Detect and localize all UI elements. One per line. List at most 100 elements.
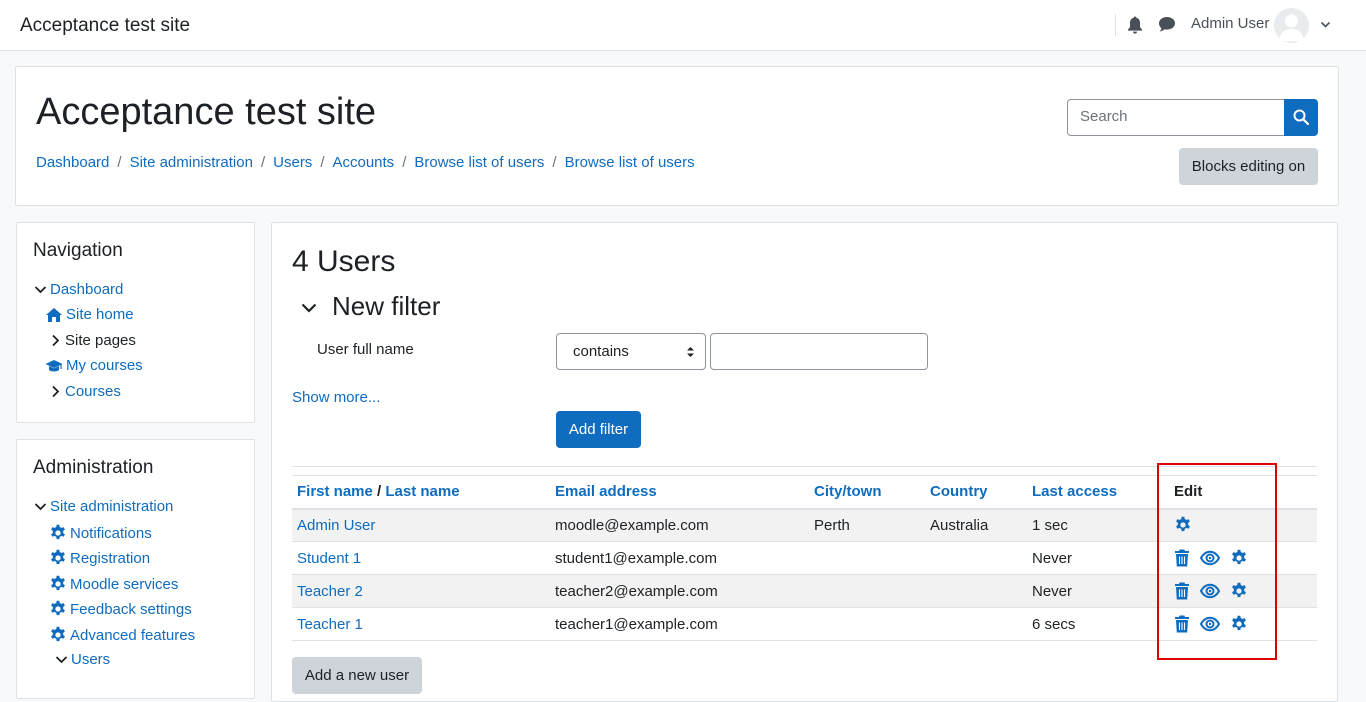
nav-item-label: Site pages	[65, 332, 136, 349]
user-silhouette-icon	[1279, 14, 1304, 41]
user-city: Perth	[814, 516, 850, 534]
gear-icon[interactable]	[1230, 615, 1248, 633]
sort-city[interactable]: City/town	[814, 483, 882, 500]
chevron-right-icon	[52, 385, 60, 398]
user-city	[809, 608, 925, 641]
gear-icon[interactable]	[1230, 549, 1248, 567]
user-name-link[interactable]: Teacher 1	[297, 616, 363, 633]
nav-item-label[interactable]: My courses	[66, 357, 143, 374]
divider	[292, 466, 1317, 467]
eye-icon[interactable]	[1200, 583, 1220, 599]
top-navbar: Acceptance test site Admin User	[0, 0, 1366, 51]
eye-icon[interactable]	[1200, 616, 1220, 632]
sort-last-name[interactable]: Last name	[385, 483, 459, 500]
admin-item-label[interactable]: Advanced features	[70, 627, 195, 644]
trash-icon[interactable]	[1174, 615, 1190, 633]
gear-icon	[51, 524, 65, 540]
user-country: Australia	[930, 516, 989, 534]
sort-first-name[interactable]: First name	[297, 483, 373, 500]
search-icon	[1293, 109, 1309, 125]
filter-operator-select[interactable]: contains	[556, 333, 706, 370]
nav-item-my-courses[interactable]: My courses	[45, 357, 143, 374]
gear-icon	[51, 549, 65, 565]
admin-item-moodle-services[interactable]: Moodle services	[49, 575, 178, 593]
bell-icon[interactable]	[1127, 16, 1143, 34]
trash-icon[interactable]	[1174, 549, 1190, 567]
admin-item-feedback-settings[interactable]: Feedback settings	[49, 600, 192, 618]
add-new-user-button[interactable]: Add a new user	[292, 657, 422, 694]
breadcrumb-accounts[interactable]: Accounts	[332, 154, 394, 171]
table-row: Admin User moodle@example.com Perth Aust…	[292, 508, 1317, 542]
gear-icon	[51, 626, 65, 642]
gear-icon[interactable]	[1230, 582, 1248, 600]
row-actions	[1174, 549, 1312, 567]
filter-section-title[interactable]: New filter	[332, 291, 440, 322]
row-actions	[1174, 516, 1312, 534]
col-country: Country	[925, 476, 1027, 509]
user-name-link[interactable]: Admin User	[297, 517, 375, 534]
nav-item-label[interactable]: Site home	[66, 306, 134, 323]
admin-item-label[interactable]: Feedback settings	[70, 601, 192, 618]
col-name: First name / Last name	[297, 483, 460, 501]
sort-last-access[interactable]: Last access	[1032, 483, 1117, 500]
col-email: Email address	[550, 476, 809, 509]
search-button[interactable]	[1284, 99, 1318, 136]
admin-item-users[interactable]: Users	[55, 651, 110, 668]
nav-item-site-pages[interactable]: Site pages	[49, 332, 136, 349]
user-country	[925, 575, 1027, 608]
search-input[interactable]: Search	[1067, 99, 1285, 136]
avatar[interactable]	[1274, 8, 1309, 43]
breadcrumb-dashboard[interactable]: Dashboard	[36, 154, 109, 171]
admin-item-site-administration[interactable]: Site administration	[34, 498, 173, 515]
nav-item-courses[interactable]: Courses	[49, 383, 121, 400]
chevron-down-icon[interactable]	[1320, 19, 1331, 30]
site-brand[interactable]: Acceptance test site	[20, 15, 190, 37]
navbar-divider	[1115, 14, 1116, 36]
user-name-link[interactable]: Student 1	[297, 550, 361, 567]
admin-item-label[interactable]: Notifications	[70, 525, 152, 542]
graduation-cap-icon	[45, 359, 63, 371]
col-edit: Edit	[1174, 483, 1203, 501]
trash-icon[interactable]	[1174, 582, 1190, 600]
add-filter-button[interactable]: Add filter	[556, 411, 641, 448]
admin-item-label[interactable]: Site administration	[50, 498, 173, 515]
show-more-link[interactable]: Show more...	[292, 389, 380, 406]
user-full-name-label: User full name	[317, 341, 414, 358]
user-name[interactable]: Admin User	[1191, 15, 1269, 32]
breadcrumb-browse-users[interactable]: Browse list of users	[414, 154, 544, 171]
admin-item-label[interactable]: Moodle services	[70, 576, 178, 593]
admin-item-notifications[interactable]: Notifications	[49, 524, 152, 542]
chevron-down-icon[interactable]	[300, 299, 318, 317]
administration-title: Administration	[33, 457, 154, 478]
eye-icon[interactable]	[1200, 550, 1220, 566]
row-actions	[1174, 615, 1312, 633]
sort-email[interactable]: Email address	[555, 483, 657, 500]
admin-item-registration[interactable]: Registration	[49, 549, 150, 567]
breadcrumb-browse-users-current[interactable]: Browse list of users	[565, 154, 695, 171]
breadcrumb-site-administration[interactable]: Site administration	[130, 154, 253, 171]
user-country	[925, 608, 1027, 641]
blocks-editing-button[interactable]: Blocks editing on	[1179, 148, 1318, 185]
breadcrumb-users[interactable]: Users	[273, 154, 312, 171]
user-email: teacher2@example.com	[555, 582, 718, 600]
sort-country[interactable]: Country	[930, 483, 988, 500]
navigation-block: Navigation Dashboard Site home Site page…	[16, 222, 255, 423]
user-last-access: Never	[1032, 582, 1073, 600]
user-last-access: 1 sec	[1032, 516, 1068, 534]
filter-value-input[interactable]	[710, 333, 928, 370]
user-email: teacher1@example.com	[555, 615, 718, 633]
admin-item-label[interactable]: Users	[71, 651, 110, 668]
user-last-access: 6 secs	[1032, 615, 1076, 633]
chat-icon[interactable]	[1158, 16, 1176, 33]
user-name-link[interactable]: Teacher 2	[297, 583, 363, 600]
nav-item-label[interactable]: Dashboard	[50, 281, 123, 298]
nav-item-dashboard[interactable]: Dashboard	[34, 281, 123, 298]
nav-item-site-home[interactable]: Site home	[45, 306, 134, 323]
gear-icon	[51, 575, 65, 591]
breadcrumb: Dashboard / Site administration / Users / Acco…	[36, 154, 695, 171]
admin-item-label[interactable]: Registration	[70, 550, 150, 567]
admin-item-advanced-features[interactable]: Advanced features	[49, 626, 195, 644]
gear-icon[interactable]	[1174, 516, 1192, 534]
filter-operator-value: contains	[573, 343, 629, 360]
nav-item-label[interactable]: Courses	[65, 383, 121, 400]
